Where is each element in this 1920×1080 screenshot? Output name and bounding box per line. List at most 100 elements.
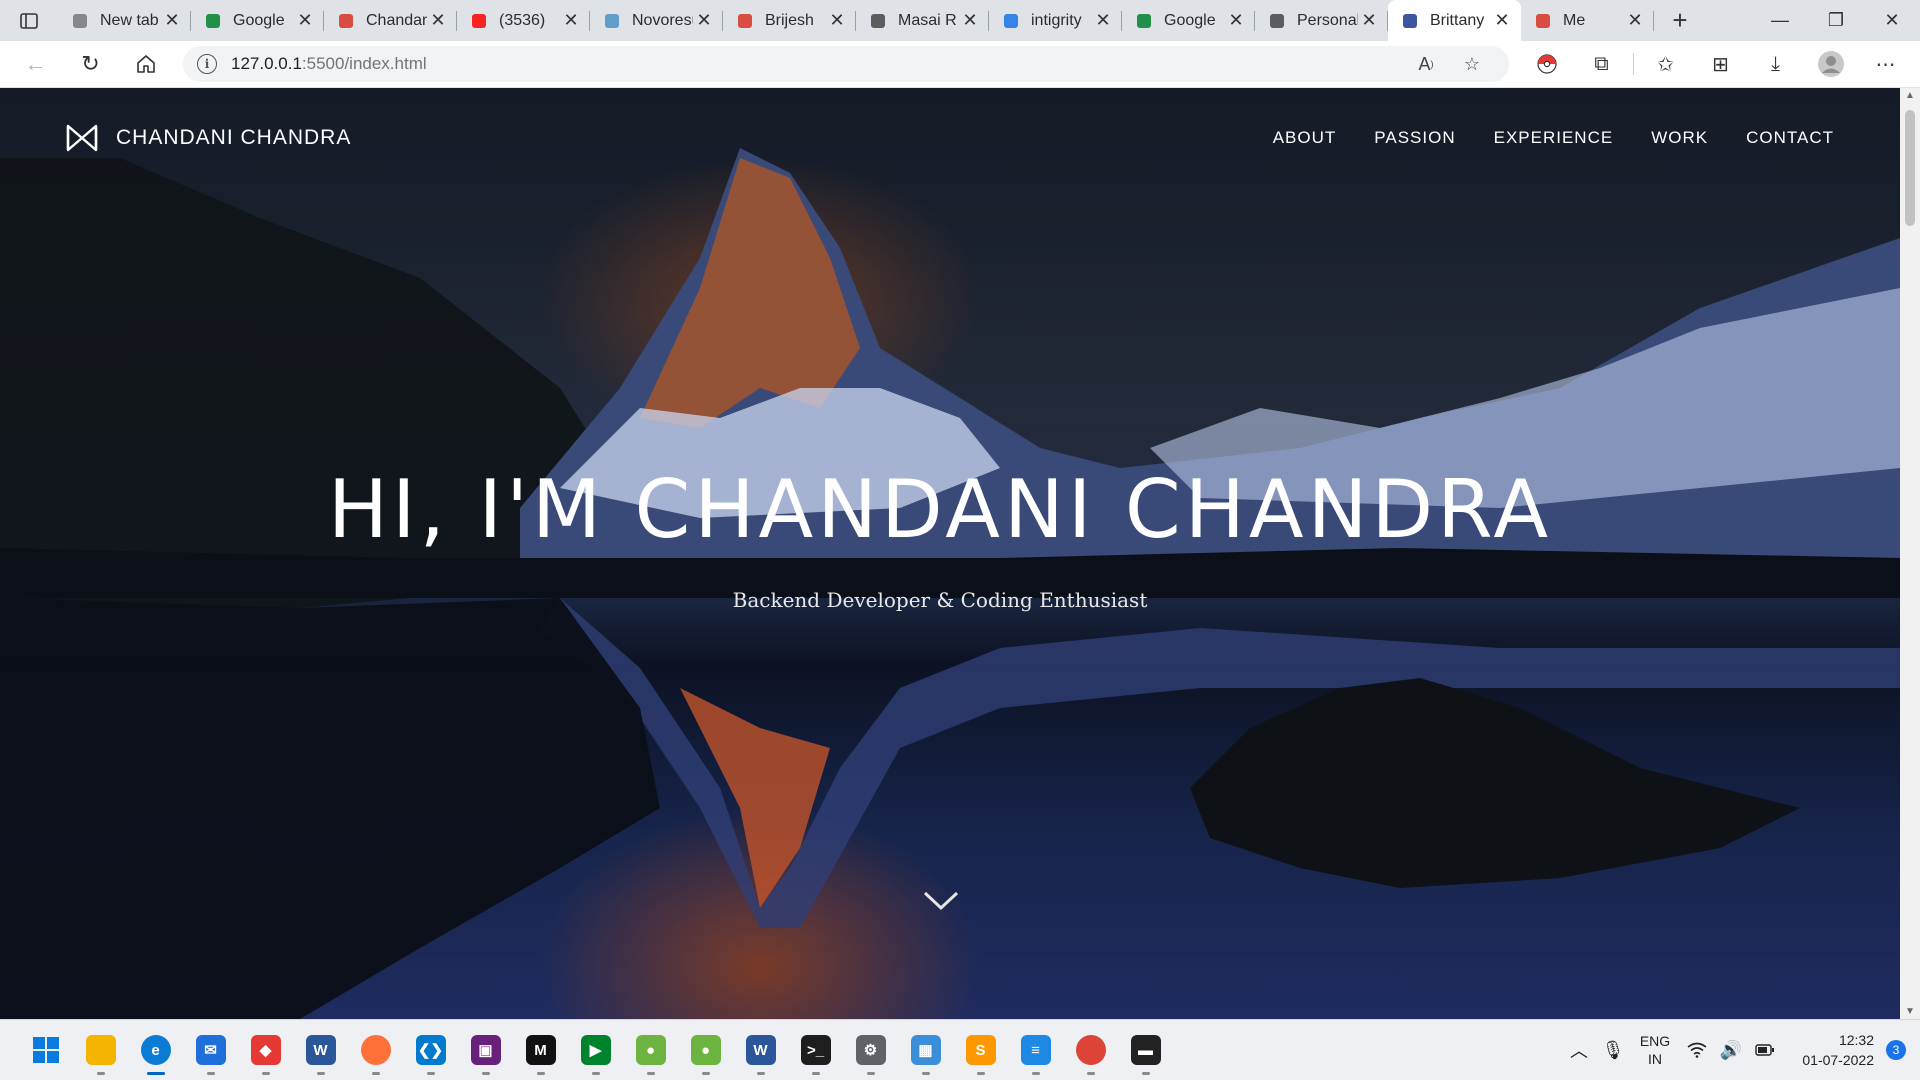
tab-title: Personal [1297, 11, 1358, 29]
browser-tab[interactable]: (3536) ✕ [457, 0, 590, 41]
youtube-icon [469, 11, 489, 31]
taskbar-app-terminal[interactable]: >_ [788, 1024, 843, 1076]
close-tab-icon[interactable]: ✕ [826, 10, 848, 31]
taskbar-app-spring-tool[interactable]: ● [623, 1024, 678, 1076]
minimize-button[interactable]: — [1752, 0, 1808, 41]
taskbar-app-file-explorer[interactable] [73, 1024, 128, 1076]
close-window-button[interactable]: ✕ [1864, 0, 1920, 41]
browser-tab[interactable]: Brijesh ✕ [723, 0, 856, 41]
system-tray: ︿ 🎙 ENG IN 🔊 12:32 01-07-2022 3 [1562, 1030, 1920, 1070]
taskbar-app-chrome[interactable] [1063, 1024, 1118, 1076]
extensions-icon[interactable]: ⧉ [1574, 41, 1629, 87]
close-tab-icon[interactable]: ✕ [294, 10, 316, 31]
taskbar-app-spring-boot[interactable]: ● [678, 1024, 733, 1076]
taskbar-app-vscode[interactable]: ❮❯ [403, 1024, 458, 1076]
taskbar-app-sublime-text[interactable]: S [953, 1024, 1008, 1076]
volume-icon[interactable]: 🔊 [1714, 1040, 1748, 1061]
favorites-icon[interactable]: ✩ [1638, 41, 1693, 87]
close-tab-icon[interactable]: ✕ [1491, 10, 1513, 31]
taskbar-app-mail[interactable]: ✉ [183, 1024, 238, 1076]
taskbar-app-anydesk[interactable]: ◆ [238, 1024, 293, 1076]
close-tab-icon[interactable]: ✕ [693, 10, 715, 31]
browser-tab[interactable]: Personal ✕ [1255, 0, 1388, 41]
close-tab-icon[interactable]: ✕ [161, 10, 183, 31]
taskbar-app-mysql-shell[interactable]: ▬ [1118, 1024, 1173, 1076]
browser-tab[interactable]: Me ✕ [1521, 0, 1654, 41]
taskbar-app-visual-studio[interactable]: ▣ [458, 1024, 513, 1076]
page-scrollbar[interactable]: ▲ ▼ [1900, 88, 1920, 1019]
home-button[interactable] [118, 53, 173, 75]
taskbar-app-control-panel[interactable]: ▦ [898, 1024, 953, 1076]
running-indicator [646, 1072, 655, 1075]
taskbar-app-ms-word[interactable]: W [733, 1024, 788, 1076]
browser-tab[interactable]: Novoresume✕ [590, 0, 723, 41]
collections-icon[interactable]: ⊞ [1693, 41, 1748, 87]
settings-menu-icon[interactable]: ⋯ [1858, 41, 1913, 87]
notification-badge[interactable]: 3 [1886, 1040, 1906, 1060]
pokeball-extension-icon[interactable] [1519, 41, 1574, 87]
browser-tab[interactable]: Google ✕ [1122, 0, 1255, 41]
show-hidden-icons-icon[interactable]: ︿ [1562, 1037, 1596, 1063]
refresh-icon: ↻ [81, 51, 100, 76]
taskbar-app-edge[interactable]: e [128, 1024, 183, 1076]
url-text[interactable]: 127.0.0.1:5500/index.html [231, 54, 1403, 74]
close-tab-icon[interactable]: ✕ [1624, 10, 1646, 31]
add-favorite-icon[interactable]: ☆ [1449, 54, 1495, 75]
close-tab-icon[interactable]: ✕ [1225, 10, 1247, 31]
windows-logo-icon [32, 1037, 59, 1063]
microphone-icon[interactable]: 🎙 [1596, 1040, 1630, 1061]
restore-button[interactable]: ❐ [1808, 0, 1864, 41]
browser-tab[interactable]: Chandani✕ [324, 0, 457, 41]
page-icon [70, 11, 90, 31]
taskbar-app-firefox[interactable] [348, 1024, 403, 1076]
browser-tab[interactable]: Brittany ✕ [1388, 0, 1521, 41]
taskbar-app-notepad[interactable]: ≡ [1008, 1024, 1063, 1076]
close-tab-icon[interactable]: ✕ [1092, 10, 1114, 31]
site-info-icon[interactable]: i [197, 54, 217, 74]
address-bar[interactable]: i 127.0.0.1:5500/index.html A) ☆ [183, 46, 1509, 82]
browser-tab[interactable]: Google ✕ [191, 0, 324, 41]
browser-toolbar: ← ↻ i 127.0.0.1:5500/index.html A) ☆ ⧉ ✩… [0, 41, 1920, 88]
close-tab-icon[interactable]: ✕ [560, 10, 582, 31]
nav-link-work[interactable]: WORK [1651, 128, 1708, 148]
new-tab-button[interactable]: + [1654, 0, 1706, 41]
browser-tab[interactable]: New tab ✕ [58, 0, 191, 41]
running-indicator [536, 1072, 545, 1075]
scrollbar-thumb[interactable] [1905, 110, 1915, 226]
close-tab-icon[interactable]: ✕ [1358, 10, 1380, 31]
battery-icon[interactable] [1748, 1044, 1782, 1056]
close-tab-icon[interactable]: ✕ [427, 10, 449, 31]
browser-tab[interactable]: Masai R ✕ [856, 0, 989, 41]
scroll-down-arrow-icon[interactable]: ▼ [1900, 1006, 1920, 1017]
back-button[interactable]: ← [8, 51, 63, 77]
wifi-icon[interactable] [1680, 1042, 1714, 1058]
downloads-icon[interactable]: ⤓ [1748, 41, 1803, 87]
tab-actions-button[interactable] [0, 0, 58, 41]
novoresume-icon [602, 11, 622, 31]
input-language[interactable]: ENG IN [1630, 1032, 1680, 1068]
taskbar-app-medium[interactable]: M [513, 1024, 568, 1076]
profile-avatar-icon[interactable] [1803, 41, 1858, 87]
browser-tab[interactable]: intigrity ✕ [989, 0, 1122, 41]
close-tab-icon[interactable]: ✕ [959, 10, 981, 31]
running-indicator [206, 1072, 215, 1075]
clock[interactable]: 12:32 01-07-2022 [1782, 1030, 1874, 1070]
read-aloud-icon[interactable]: A) [1403, 54, 1449, 75]
site-brand[interactable]: CHANDANI CHANDRA [66, 124, 351, 152]
nav-link-contact[interactable]: CONTACT [1746, 128, 1834, 148]
taskbar-app-google-meet[interactable]: ▶ [568, 1024, 623, 1076]
tab-actions-icon [20, 12, 38, 29]
taskbar-app-word-online[interactable]: W [293, 1024, 348, 1076]
nav-link-experience[interactable]: EXPERIENCE [1494, 128, 1614, 148]
mysql-shell-icon: ▬ [1130, 1035, 1161, 1065]
taskbar-app-settings[interactable]: ⚙ [843, 1024, 898, 1076]
mail-icon: ✉ [195, 1035, 226, 1065]
tab-title: Brittany [1430, 11, 1485, 29]
chevron-down-icon[interactable] [922, 890, 960, 912]
refresh-button[interactable]: ↻ [63, 51, 118, 77]
page-viewport: CHANDANI CHANDRA ABOUT PASSION EXPERIENCE W… [0, 88, 1900, 1019]
scroll-up-arrow-icon[interactable]: ▲ [1900, 90, 1920, 101]
start-button[interactable] [18, 1024, 73, 1076]
nav-link-passion[interactable]: PASSION [1374, 128, 1455, 148]
nav-link-about[interactable]: ABOUT [1273, 128, 1337, 148]
